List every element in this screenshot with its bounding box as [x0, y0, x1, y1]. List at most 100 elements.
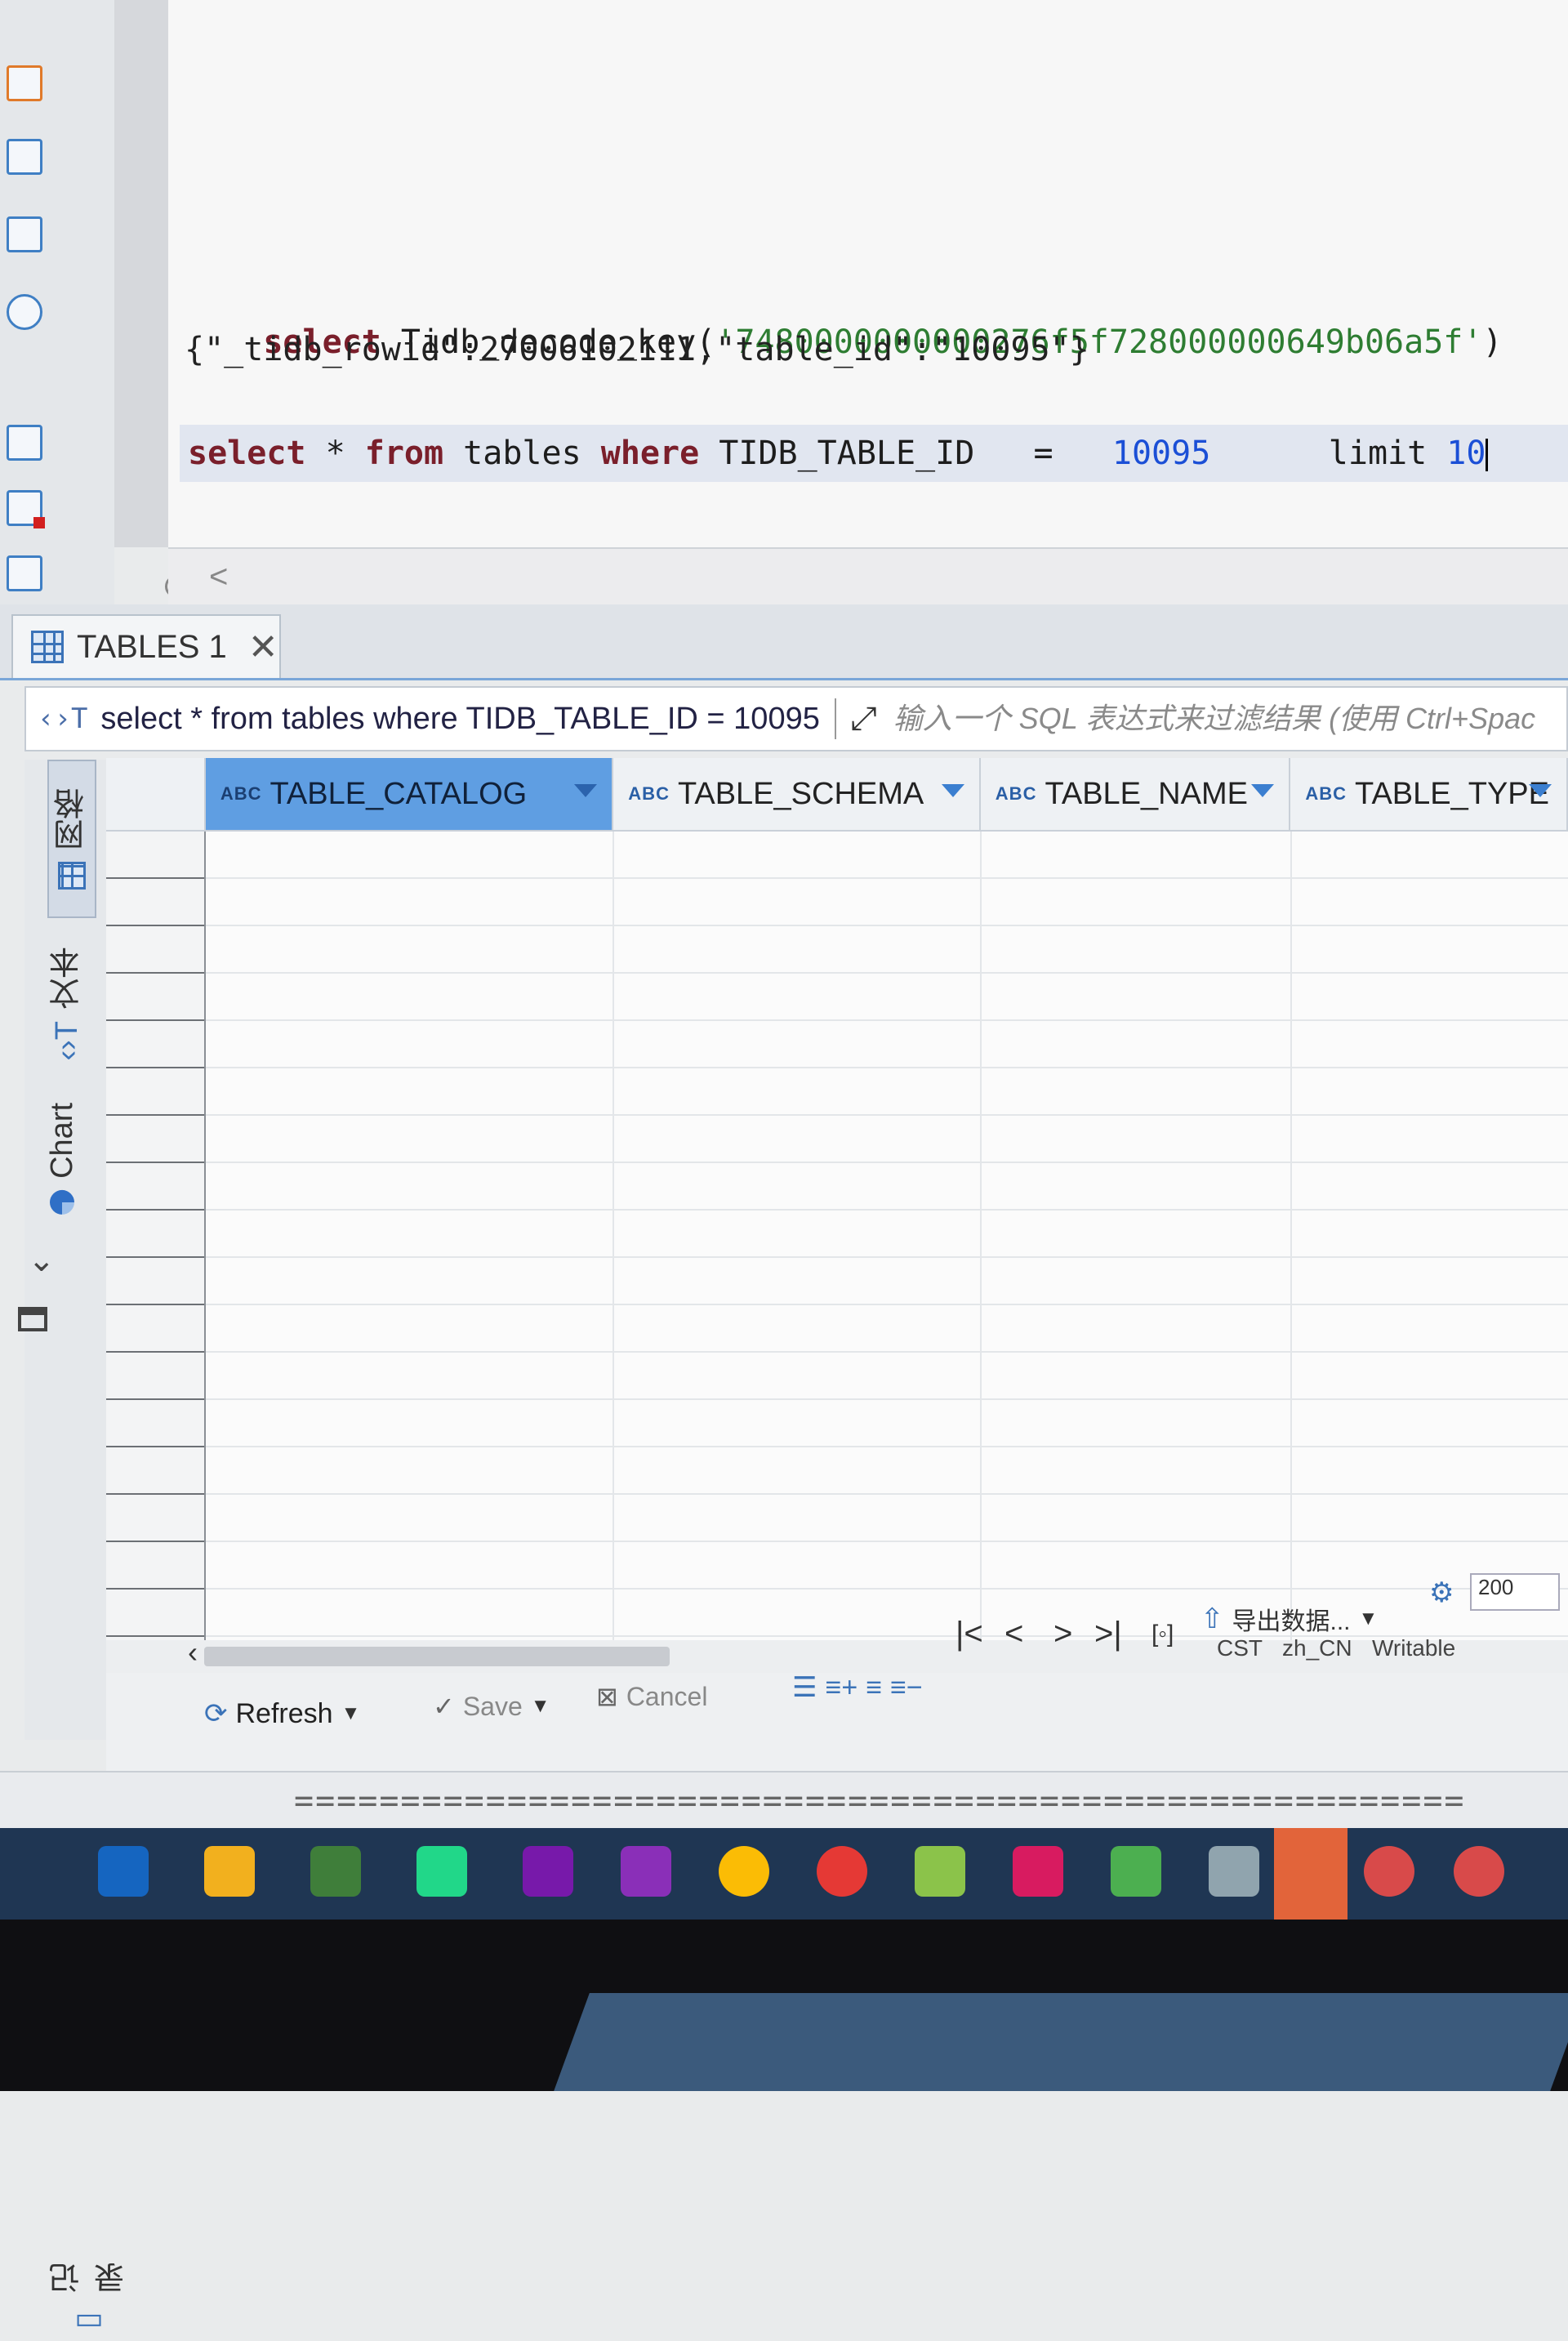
cancel-label: Cancel [626, 1681, 708, 1711]
edit-row-icon[interactable]: ☰ [792, 1671, 817, 1704]
fetch-size-input[interactable]: 200 [1470, 1573, 1560, 1611]
onenote-icon[interactable] [523, 1846, 573, 1897]
scroll-left-icon[interactable]: ‹ [188, 1635, 198, 1670]
network-app-icon[interactable] [1209, 1846, 1259, 1897]
sort-dropdown-icon[interactable] [574, 784, 598, 797]
tab-record-view[interactable]: ▭ 记录 [45, 2263, 135, 2341]
os-taskbar [0, 1828, 1568, 1920]
tab-record-label: 记录 [51, 2263, 130, 2294]
delete-row-icon[interactable]: ≡− [890, 1672, 923, 1704]
caret-down-icon[interactable]: ▼ [341, 1702, 361, 1725]
panel-toggle-icon[interactable] [18, 1307, 47, 1331]
filter-input[interactable] [891, 701, 1566, 737]
file-explorer-icon[interactable] [204, 1846, 255, 1897]
chat-app-icon[interactable] [915, 1846, 965, 1897]
caret-down-icon[interactable]: ▼ [531, 1695, 550, 1718]
sort-dropdown-icon[interactable] [941, 784, 964, 797]
scroll-left-icon[interactable]: < [209, 559, 228, 595]
tab-tables-1[interactable]: TABLES 1 ✕ [11, 614, 281, 678]
fetch-all-icon[interactable]: [◦] [1152, 1621, 1174, 1648]
grid-header: ABC TABLE_CATALOG ABC TABLE_SCHEMA ABC T… [106, 758, 1568, 832]
tab-grid-label: 网格 [55, 788, 90, 850]
remote-desktop-icon[interactable] [1111, 1846, 1161, 1897]
table-ref: tables [443, 435, 601, 472]
check-circle-icon: ✓ [433, 1692, 455, 1721]
pycharm-icon[interactable] [416, 1846, 467, 1897]
chevron-down-icon[interactable]: ⌄ [28, 1242, 56, 1279]
divider [834, 698, 836, 739]
outlook-icon[interactable] [98, 1846, 149, 1897]
file-error-icon[interactable] [7, 490, 45, 528]
save-button[interactable]: ✓ Save ▼ [433, 1691, 550, 1722]
active-app-icon[interactable] [1274, 1828, 1348, 1920]
column-header-table-schema[interactable]: ABC TABLE_SCHEMA [613, 758, 981, 830]
string-type-icon: ABC [220, 783, 262, 804]
sort-dropdown-icon[interactable] [1251, 784, 1275, 797]
row-number-header [106, 758, 206, 830]
cancel-button[interactable]: ⊠ Cancel [596, 1681, 707, 1712]
column-divider [1290, 832, 1292, 1640]
sql-editor[interactable]: select Tidb_decode_key('7480000000000276… [165, 0, 1568, 598]
editor-hscroll[interactable]: < [168, 547, 1568, 606]
refresh-label: Refresh [235, 1697, 333, 1729]
column-header-table-name[interactable]: ABC TABLE_NAME [981, 758, 1291, 830]
file-vars-icon[interactable] [7, 555, 42, 591]
filter-query-text: select * from tables where TIDB_TABLE_ID… [100, 701, 820, 736]
result-grid[interactable]: ABC TABLE_CATALOG ABC TABLE_SCHEMA ABC T… [106, 758, 1568, 1640]
sql-text-icon: ‹›T [38, 702, 88, 735]
column-title: TABLE_NAME [1045, 776, 1248, 811]
console-icon[interactable] [7, 216, 42, 252]
kw-select: select [188, 435, 306, 472]
table-grid-icon [31, 631, 64, 663]
kw-from: from [364, 435, 444, 472]
tab-grid-view[interactable]: 网格 [47, 760, 96, 918]
chrome-icon[interactable] [719, 1846, 769, 1897]
export-label: 导出数据... [1232, 1608, 1351, 1635]
first-page-icon[interactable]: |< [956, 1616, 983, 1652]
settings-gear-icon[interactable]: ⚙ [1429, 1576, 1454, 1609]
tray-app-icon[interactable] [1364, 1846, 1414, 1897]
editor-gutter [114, 0, 168, 547]
scrollbar-thumb[interactable] [204, 1647, 670, 1666]
row-edit-tools: ☰ ≡+ ≡ ≡− [792, 1671, 923, 1704]
cancel-box-icon: ⊠ [596, 1682, 618, 1711]
export-data-button[interactable]: ⇧ 导出数据... ▼ [1200, 1601, 1378, 1637]
prev-page-icon[interactable]: < [1004, 1616, 1023, 1652]
caret-down-icon[interactable]: ▼ [1359, 1607, 1379, 1630]
copy-row-icon[interactable]: ≡ [866, 1672, 882, 1704]
column-header-table-catalog[interactable]: ABC TABLE_CATALOG [205, 758, 614, 830]
editor-line-3-current: select * from tables where TIDB_TABLE_ID… [180, 425, 1568, 482]
script-icon[interactable] [7, 139, 42, 175]
output-console: ========================================… [0, 1771, 1568, 1830]
column-title: TABLE_SCHEMA [677, 776, 924, 811]
tab-label: TABLES 1 [77, 628, 227, 665]
grid-body-empty[interactable] [106, 832, 1568, 1640]
result-toolbar: ⟳ Refresh ▼ ✓ Save ▼ ⊠ Cancel ☰ ≡+ ≡ ≡− … [106, 1573, 1568, 1771]
last-page-icon[interactable]: >| [1094, 1616, 1122, 1652]
edit-mode-status: Writable [1372, 1635, 1456, 1661]
commit-icon[interactable] [7, 65, 42, 101]
swirl-app-icon[interactable] [817, 1846, 867, 1897]
gear-icon[interactable] [7, 294, 42, 330]
timezone-status: CST [1217, 1635, 1263, 1661]
close-icon[interactable]: ✕ [248, 626, 278, 668]
expand-icon[interactable]: ⤢ [851, 701, 877, 738]
export-icon: ⇧ [1200, 1603, 1224, 1634]
intellij-icon[interactable] [1013, 1846, 1063, 1897]
tray-app-2-icon[interactable] [1454, 1846, 1504, 1897]
export-file-icon[interactable] [7, 425, 42, 461]
tab-chart-view[interactable]: Chart [45, 1103, 80, 1215]
column-header-table-type[interactable]: ABC TABLE_TYPE [1290, 758, 1568, 830]
next-page-icon[interactable]: > [1054, 1616, 1072, 1652]
refresh-button[interactable]: ⟳ Refresh ▼ [204, 1697, 360, 1730]
kw-limit: limit [1210, 435, 1447, 472]
column-title: TABLE_TYPE [1355, 776, 1549, 811]
notepad-plus-icon[interactable] [310, 1846, 361, 1897]
editor-line-2: {"_tidb_rowid":27006102111,"table_id":"1… [185, 331, 1089, 368]
tab-text-view[interactable]: ‹›T 文本 [45, 948, 90, 1061]
onenote-2-icon[interactable] [621, 1846, 671, 1897]
results-tabbar: TABLES 1 ✕ [0, 604, 1568, 680]
sort-dropdown-icon[interactable] [1529, 784, 1552, 797]
string-type-icon: ABC [628, 783, 670, 804]
add-row-icon[interactable]: ≡+ [825, 1672, 858, 1704]
